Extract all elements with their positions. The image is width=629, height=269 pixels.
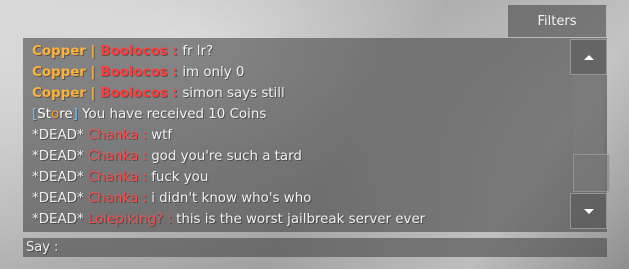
chat-message: im only 0	[182, 65, 245, 80]
chat-message: simon says still	[182, 86, 285, 101]
chat-player-name: Boolocos	[100, 44, 168, 59]
filters-label: Filters	[537, 13, 577, 29]
chat-player-name: Chanka	[87, 170, 139, 185]
filters-button[interactable]: Filters	[507, 4, 607, 38]
chat-message: this is the worst jailbreak server ever	[176, 212, 426, 227]
say-bar: Say :	[23, 238, 607, 257]
chat-separator: :	[138, 191, 152, 206]
chat-tag: Copper |	[32, 65, 101, 80]
chat-separator: :	[138, 170, 152, 185]
chat-line: *DEAD* Chanka : wtf	[32, 125, 568, 146]
chat-tag: Copper |	[32, 86, 101, 101]
chat-separator: :	[167, 86, 183, 101]
triangle-down-icon	[583, 208, 594, 214]
scroll-down-button[interactable]	[570, 193, 607, 229]
dead-prefix: *DEAD*	[32, 191, 88, 206]
chat-message: wtf	[151, 128, 173, 143]
chat-tag: Copper |	[32, 44, 101, 59]
chat-player-name: Boolocos	[100, 86, 168, 101]
chat-message: fuck you	[151, 170, 209, 185]
chat-line: *DEAD* Chanka : i didn't know who's who	[32, 188, 568, 209]
dead-prefix: *DEAD*	[32, 212, 88, 227]
scroll-track[interactable]	[573, 76, 610, 192]
store-tag-part: St	[37, 107, 51, 122]
chat-separator: :	[138, 128, 152, 143]
chat-separator: :	[163, 212, 177, 227]
chat-line: Copper | Boolocos : simon says still	[32, 83, 568, 104]
chat-line: *DEAD* Lolepiking? : this is the worst j…	[32, 209, 568, 230]
chat-message: You have received 10 Coins	[77, 107, 267, 122]
say-label: Say :	[26, 240, 59, 255]
chat-player-name: Boolocos	[100, 65, 168, 80]
dead-prefix: *DEAD*	[32, 170, 88, 185]
chat-line: Copper | Boolocos : im only 0	[32, 62, 568, 83]
chat-player-name: Lolepiking?	[87, 212, 164, 227]
store-tag-part: o	[51, 107, 60, 122]
store-tag-part: re	[59, 107, 73, 122]
chat-panel: Copper | Boolocos : fr lr? Copper | Bool…	[23, 38, 610, 232]
chat-separator: :	[167, 65, 183, 80]
scroll-thumb[interactable]	[573, 154, 610, 192]
chat-scrollbar[interactable]	[570, 38, 610, 232]
chat-player-name: Chanka	[87, 191, 139, 206]
chat-line: *DEAD* Chanka : fuck you	[32, 167, 568, 188]
chat-line-store: [Store] You have received 10 Coins	[32, 104, 568, 125]
dead-prefix: *DEAD*	[32, 149, 88, 164]
chat-message: god you're such a tard	[151, 149, 302, 164]
chat-separator: :	[138, 149, 152, 164]
chat-player-name: Chanka	[87, 128, 139, 143]
scroll-up-button[interactable]	[570, 39, 607, 75]
chat-line: Copper | Boolocos : fr lr?	[32, 41, 568, 62]
say-input[interactable]	[69, 238, 607, 257]
chat-message: fr lr?	[182, 44, 214, 59]
chat-line: *DEAD* Chanka : god you're such a tard	[32, 146, 568, 167]
triangle-up-icon	[583, 54, 594, 60]
chat-separator: :	[167, 44, 183, 59]
dead-prefix: *DEAD*	[32, 128, 88, 143]
chat-log: Copper | Boolocos : fr lr? Copper | Bool…	[23, 38, 568, 232]
chat-player-name: Chanka	[87, 149, 139, 164]
chat-message: i didn't know who's who	[151, 191, 312, 206]
